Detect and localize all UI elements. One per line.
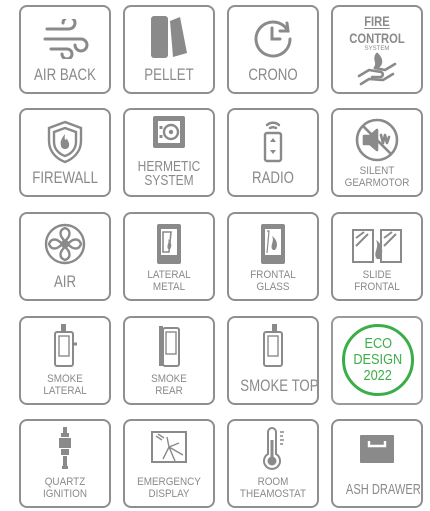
tile-silent-gearmotor: SILENT GEARMOTOR [331,108,423,197]
eco-line: ECO [364,335,392,352]
stove-lateral-icon [157,224,181,264]
safe-icon [153,116,185,148]
tile-label-line: SMOKE [151,373,187,385]
tile-label-line: DISPLAY [148,488,190,500]
tile-label: LATERAL METAL [131,269,207,293]
tile-label-line: REAR [155,385,183,397]
fire-title-line1: FIRE [364,13,390,29]
tile-frontal-glass: FRONTAL GLASS [227,212,319,301]
stove-front-icon [261,224,285,264]
tile-crono: CRONO [227,5,319,94]
tile-label: SMOKE REAR [131,373,207,397]
tile-label-line: FRONTAL [250,269,296,281]
clock-icon [254,20,292,58]
tile-quartz-ignition: QUARTZ IGNITION [19,419,111,508]
tile-label-line: GLASS [256,281,290,293]
tile-label: FRONTAL GLASS [235,269,311,293]
feature-grid: AIR BACK PELLET CRONO FIRE CONTROL SYSTE… [0,0,430,511]
tile-label-line: LATERAL [147,269,191,281]
tile-label: SMOKE TOP [240,376,319,395]
tile-label-line: METAL [152,281,186,293]
drawer-icon [360,435,394,463]
eco-badge-icon: ECO DESIGN 2022 [342,324,414,396]
tile-label: SLIDE FRONTAL [339,269,415,293]
tile-label: SILENT GEARMOTOR [339,165,415,189]
smoke-rear-icon [159,326,180,367]
tile-label: CRONO [248,65,298,84]
tile-smoke-top: SMOKE TOP [227,316,319,405]
hand-flame-icon [357,52,397,86]
eco-line: DESIGN [353,351,403,368]
tile-air: AIR [19,212,111,301]
tile-eco-design: ECO DESIGN 2022 [331,316,423,405]
tile-pellet: PELLET [123,5,215,94]
tile-smoke-lateral: SMOKE LATERAL [19,316,111,405]
thermometer-icon [263,427,284,470]
tile-label: SMOKE LATERAL [27,373,103,397]
tile-firewall: FIREWALL [19,108,111,197]
smoke-top-icon [263,324,283,367]
fire-title-line2: CONTROL [349,30,405,46]
muted-speaker-icon [355,118,399,162]
tile-label-line: EMERGENCY [137,476,201,488]
sliding-glass-icon [352,229,402,263]
tile-label-line: IGNITION [42,488,87,500]
tile-label: PELLET [144,65,194,84]
tile-label-line: SMOKE [47,373,83,385]
shield-flame-icon [47,120,83,164]
tile-label-line: SLIDE [362,269,392,281]
tile-emergency-display: EMERGENCY DISPLAY [123,419,215,508]
tile-label-line: LATERAL [43,385,87,397]
igniter-icon [59,427,71,469]
tile-label: AIR [53,272,77,291]
tile-label: EMERGENCY DISPLAY [131,476,207,500]
tile-slide-frontal: SLIDE FRONTAL [331,212,423,301]
fan-icon [44,223,86,265]
tile-lateral-metal: LATERAL METAL [123,212,215,301]
tile-ash-drawer: ASH DRAWER [331,419,423,508]
tile-label-line: QUARTZ [44,476,86,488]
tile-label-line: SILENT [359,165,395,177]
tile-radio: RADIO [227,108,319,197]
tile-label: AIR BACK [34,65,96,84]
tile-label: RADIO [252,168,294,187]
tile-hermetic-system: HERMETIC SYSTEM [123,108,215,197]
tile-label: QUARTZ IGNITION [27,476,103,500]
eco-line: 2022 [363,367,393,384]
pellet-swatches-icon [151,16,187,58]
tile-label: FIREWALL [32,168,99,187]
tile-room-theamostat: ROOM THEAMOSTAT [227,419,319,508]
tile-label: ROOM THEAMOSTAT [235,476,311,500]
tile-label-line: ROOM [257,476,289,488]
tile-label-line: GEARMOTOR [344,177,410,189]
tile-label-line: SYSTEM [144,172,194,189]
tile-smoke-rear: SMOKE REAR [123,316,215,405]
tile-label: HERMETIC SYSTEM [135,159,202,189]
tile-label-line: THEAMOSTAT [239,488,307,500]
cracked-display-icon [151,431,187,463]
tile-label: ASH DRAWER [345,481,421,498]
tile-fire-control: FIRE CONTROL SYSTEM [331,5,423,94]
smoke-lateral-icon [54,324,77,367]
tile-label-line: FRONTAL [354,281,400,293]
fire-control-title: FIRE CONTROL SYSTEM [333,13,421,53]
tile-air-back: AIR BACK [19,5,111,94]
wind-icon [43,19,89,59]
remote-control-icon [263,121,283,163]
